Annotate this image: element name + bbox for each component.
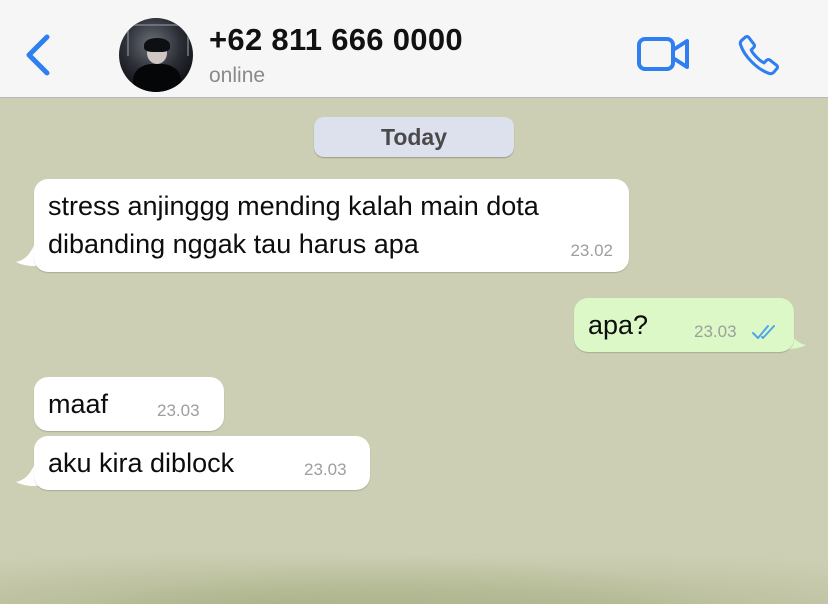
video-call-button[interactable] (636, 32, 692, 76)
avatar-hair (144, 38, 170, 52)
message-text: apa? (588, 310, 649, 340)
message-bubble-incoming[interactable]: stress anjinggg mending kalah main dota … (34, 179, 629, 272)
phone-icon (738, 34, 780, 76)
message-timestamp: 23.03 (157, 401, 200, 420)
voice-call-button[interactable] (736, 32, 782, 78)
message-bubble-incoming[interactable]: aku kira diblock 23.03 (34, 436, 370, 490)
chat-header: +62 811 666 0000 online (0, 0, 828, 98)
message-timestamp: 23.03 (304, 460, 347, 479)
message-bubble-outgoing[interactable]: apa? 23.03 (574, 298, 794, 352)
chevron-left-icon (26, 34, 50, 76)
avatar[interactable] (119, 18, 193, 92)
video-camera-icon (637, 37, 689, 71)
avatar-figure (133, 64, 181, 92)
message-text: aku kira diblock (48, 448, 235, 478)
message-text-line: stress anjinggg mending kalah main dota (48, 191, 539, 221)
wallpaper-blur (0, 540, 828, 604)
contact-status: online (209, 64, 266, 87)
read-receipt-icon (752, 325, 775, 339)
message-bubble-incoming[interactable]: maaf 23.03 (34, 377, 224, 431)
message-text: maaf (48, 389, 109, 419)
message-timestamp: 23.02 (570, 241, 613, 260)
contact-name[interactable]: +62 811 666 0000 (209, 22, 463, 58)
message-text-line: dibanding nggak tau harus apa (48, 229, 419, 259)
date-separator: Today (314, 117, 514, 157)
back-button[interactable] (18, 30, 58, 80)
message-timestamp: 23.03 (694, 322, 737, 341)
